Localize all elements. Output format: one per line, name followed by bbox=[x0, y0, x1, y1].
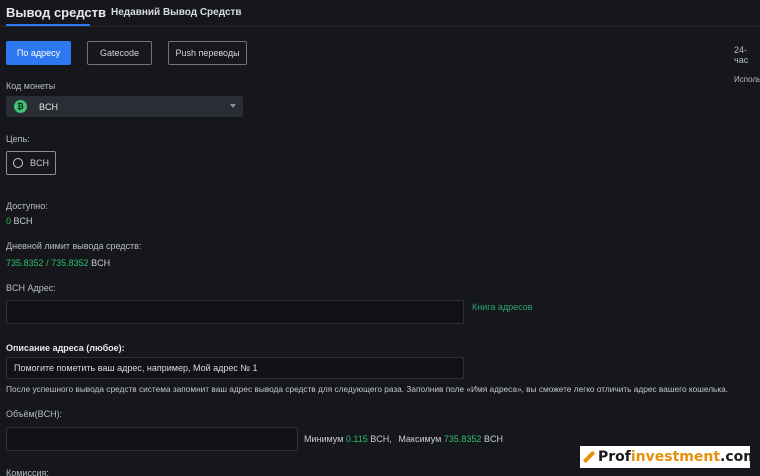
amount-input[interactable] bbox=[6, 427, 298, 451]
amount-label: Объём(BCH): bbox=[6, 409, 63, 419]
description-hint: После успешного вывода средств система з… bbox=[6, 384, 729, 394]
daily-limit-unit: BCH bbox=[91, 258, 111, 268]
available-unit: BCH bbox=[13, 216, 33, 226]
push-transfer-button[interactable]: Push переводы bbox=[168, 41, 247, 65]
tabs-divider bbox=[0, 26, 760, 27]
radio-icon[interactable] bbox=[13, 158, 23, 168]
description-input[interactable]: Помогите пометить ваш адрес, например, М… bbox=[6, 357, 464, 379]
available-label: Доступно: bbox=[6, 201, 48, 211]
available-amount: 0 BCH bbox=[6, 216, 33, 226]
chain-option-bch[interactable]: BCH bbox=[6, 151, 56, 175]
coin-selected-value: BCH bbox=[39, 101, 59, 112]
chain-label: Цепь: bbox=[6, 134, 30, 144]
chevron-down-icon bbox=[230, 104, 236, 108]
description-input-value: Помогите пометить ваш адрес, например, М… bbox=[14, 363, 258, 373]
max-unit: BCH bbox=[483, 434, 503, 444]
description-label: Описание адреса (любое): bbox=[6, 343, 125, 353]
logo-text-3: .com bbox=[720, 449, 758, 465]
max-label: Максимум bbox=[398, 434, 442, 444]
fee-label: Комиссия: bbox=[6, 468, 49, 476]
amount-limits: Минимум 0.115 BCH, Максимум 735.8352 BCH bbox=[304, 434, 503, 444]
min-label: Минимум bbox=[304, 434, 344, 444]
logo-text-2: investment bbox=[630, 449, 721, 465]
daily-limit-amount: 735.8352 / 735.8352 BCH bbox=[6, 258, 110, 268]
daily-limit-used: 735.8352 bbox=[6, 258, 44, 268]
address-input[interactable] bbox=[6, 300, 464, 324]
available-value: 0 bbox=[6, 216, 12, 226]
gatecode-button[interactable]: Gatecode bbox=[87, 41, 152, 65]
logo-icon bbox=[582, 450, 596, 464]
max-value: 735.8352 bbox=[443, 434, 482, 444]
min-unit: BCH, bbox=[370, 434, 392, 444]
daily-limit-sep: / bbox=[46, 258, 49, 268]
address-label: BCH Адрес: bbox=[6, 283, 56, 293]
profinvestment-watermark: Prof investment .com bbox=[580, 446, 758, 468]
min-value: 0.115 bbox=[345, 434, 368, 444]
right-panel-text: Исполь bbox=[734, 75, 760, 84]
logo-text-1: Prof bbox=[598, 449, 631, 465]
tab-recent-withdrawals[interactable]: Недавний Вывод Средств bbox=[111, 7, 242, 18]
coin-select[interactable]: ₿ BCH bbox=[6, 96, 243, 117]
right-panel-title: 24-час bbox=[734, 45, 749, 65]
by-address-button[interactable]: По адресу bbox=[6, 41, 71, 65]
chain-option-label: BCH bbox=[30, 158, 50, 168]
daily-limit-total: 735.8352 bbox=[51, 258, 89, 268]
tab-withdraw[interactable]: Вывод средств bbox=[6, 5, 106, 20]
bch-coin-icon: ₿ bbox=[14, 100, 27, 113]
daily-limit-label: Дневной лимит вывода средств: bbox=[6, 241, 142, 251]
coin-label: Код монеты bbox=[6, 81, 56, 91]
address-book-link[interactable]: Книга адресов bbox=[472, 302, 533, 312]
